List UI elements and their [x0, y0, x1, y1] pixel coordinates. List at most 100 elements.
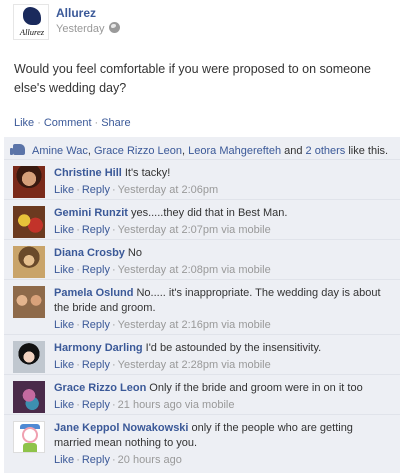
comment-timestamp[interactable]: Yesterday at 2:06pm — [118, 184, 219, 196]
likes-and: and — [281, 145, 306, 157]
share-button[interactable]: Share — [101, 117, 130, 129]
avatar[interactable] — [13, 166, 45, 198]
comment-text: Only if the bride and groom were in on i… — [149, 382, 363, 394]
comment-timestamp[interactable]: Yesterday at 2:16pm — [118, 319, 219, 331]
comment-timestamp[interactable]: Yesterday at 2:08pm — [118, 264, 219, 276]
comment-author-link[interactable]: Gemini Runzit — [54, 207, 128, 219]
separator: · — [76, 184, 80, 196]
like-button[interactable]: Like — [14, 117, 34, 129]
comment-reply-button[interactable]: Reply — [82, 319, 110, 331]
comment-via: via mobile — [181, 399, 235, 411]
separator: · — [111, 399, 116, 411]
comment-meta: Like · Reply · Yesterday at 2:06pm — [54, 184, 390, 197]
comment-like-button[interactable]: Like — [54, 319, 74, 331]
comment-meta: Like · Reply · Yesterday at 2:07pm via mobil… — [54, 224, 390, 237]
separator: · — [111, 359, 116, 371]
comment: Pamela Oslund No..... it's inappropriate.… — [4, 280, 400, 335]
comment: Grace Rizzo Leon Only if the bride and gr… — [4, 375, 400, 415]
comment-author-link[interactable]: Harmony Darling — [54, 342, 143, 354]
comment-meta: Like · Reply · 21 hours ago via mobile — [54, 399, 390, 412]
comment-text: No — [127, 247, 142, 259]
separator: · — [76, 264, 80, 276]
avatar[interactable] — [13, 421, 45, 453]
comment-reply-button[interactable]: Reply — [82, 359, 110, 371]
avatar-face — [22, 427, 38, 443]
comment-like-button[interactable]: Like — [54, 359, 74, 371]
separator: · — [111, 264, 116, 276]
comment-meta: Like · Reply · Yesterday at 2:08pm via mobil… — [54, 264, 390, 277]
comment-like-button[interactable]: Like — [54, 454, 74, 466]
likes-suffix: like this. — [345, 145, 389, 157]
logo-text: Allurez — [19, 27, 45, 37]
comment-author-link[interactable]: Diana Crosby — [54, 247, 125, 259]
comment-body: Jane Keppol Nowakowski only if the people… — [54, 421, 390, 467]
comment-via: via mobile — [218, 359, 271, 371]
separator: · — [111, 454, 116, 466]
comment-via: via mobile — [218, 264, 271, 276]
comment-meta: Like · Reply · Yesterday at 2:28pm via mobil… — [54, 359, 390, 372]
comment: Christine Hill It's tacky! Like · Reply · Yes… — [4, 160, 400, 200]
globe-icon[interactable] — [108, 22, 120, 33]
comment-timestamp[interactable]: Yesterday at 2:28pm — [118, 359, 219, 371]
comment-timestamp[interactable]: Yesterday at 2:07pm — [118, 224, 219, 236]
post-action-bar: Like · Comment · Share — [14, 117, 131, 129]
comment-text: yes.....they did that in Best Man. — [130, 207, 288, 219]
logo-wing-icon — [23, 7, 41, 25]
comment-meta: Like · Reply · Yesterday at 2:16pm via mobil… — [54, 319, 390, 332]
feedback-section: Amine Wac, Grace Rizzo Leon, Leora Mahge… — [4, 137, 400, 473]
avatar[interactable] — [13, 246, 45, 278]
avatar[interactable] — [13, 206, 45, 238]
comment-reply-button[interactable]: Reply — [82, 399, 110, 411]
comment-like-button[interactable]: Like — [54, 399, 74, 411]
comment-like-button[interactable]: Like — [54, 224, 74, 236]
comment-meta: Like · Reply · 20 hours ago — [54, 454, 390, 467]
separator: · — [111, 319, 116, 331]
comment-author-link[interactable]: Jane Keppol Nowakowski — [54, 422, 188, 434]
comment-reply-button[interactable]: Reply — [82, 264, 110, 276]
avatar-shirt — [23, 443, 37, 452]
comment-button[interactable]: Comment — [44, 117, 92, 129]
liker-link[interactable]: Grace Rizzo Leon — [94, 145, 182, 157]
separator: · — [76, 319, 80, 331]
comment: Jane Keppol Nowakowski only if the people… — [4, 415, 400, 473]
separator: · — [111, 224, 116, 236]
comment-like-button[interactable]: Like — [54, 264, 74, 276]
comment-body: Diana Crosby No Like · Reply · Yesterday at 2… — [54, 246, 390, 277]
comment-via: via mobile — [218, 224, 271, 236]
separator: · — [111, 184, 116, 196]
avatar[interactable] — [13, 286, 45, 318]
comment-text: I'd be astounded by the insensitivity. — [145, 342, 322, 354]
thumbs-up-icon — [10, 144, 25, 155]
likes-summary: Amine Wac, Grace Rizzo Leon, Leora Mahge… — [4, 137, 400, 160]
comment-author-link[interactable]: Christine Hill — [54, 167, 122, 179]
comment-timestamp[interactable]: 20 hours ago — [118, 454, 182, 466]
comment: Diana Crosby No Like · Reply · Yesterday at 2… — [4, 240, 400, 280]
comment-body: Harmony Darling I'd be astounded by the i… — [54, 341, 390, 372]
avatar[interactable] — [13, 381, 45, 413]
comment: Gemini Runzit yes.....they did that in Be… — [4, 200, 400, 240]
separator: · — [94, 117, 99, 129]
comment-reply-button[interactable]: Reply — [82, 224, 110, 236]
liker-link[interactable]: Leora Mahgerefteh — [188, 145, 281, 157]
avatar[interactable] — [13, 341, 45, 373]
comment-timestamp[interactable]: 21 hours ago — [118, 399, 182, 411]
comment-author-link[interactable]: Pamela Oslund — [54, 287, 133, 299]
comment-text: It's tacky! — [124, 167, 171, 179]
comment-via: via mobile — [218, 319, 271, 331]
comment-like-button[interactable]: Like — [54, 184, 74, 196]
comment-body: Gemini Runzit yes.....they did that in Be… — [54, 206, 390, 237]
separator: · — [76, 359, 80, 371]
post-timestamp-link[interactable]: Yesterday — [56, 23, 105, 35]
separator: · — [37, 117, 41, 129]
comment-reply-button[interactable]: Reply — [82, 184, 110, 196]
post-timestamp: Yesterday — [56, 22, 120, 35]
page-name-link[interactable]: Allurez — [56, 6, 96, 20]
others-link[interactable]: 2 others — [306, 145, 346, 157]
page-avatar[interactable]: Allurez — [13, 4, 49, 40]
liker-link[interactable]: Amine Wac — [32, 145, 88, 157]
separator: · — [76, 399, 80, 411]
comment-reply-button[interactable]: Reply — [82, 454, 110, 466]
comment-author-link[interactable]: Grace Rizzo Leon — [54, 382, 146, 394]
comment-body: Christine Hill It's tacky! Like · Reply · Yes… — [54, 166, 390, 197]
post-text: Would you feel comfortable if you were p… — [14, 62, 371, 95]
